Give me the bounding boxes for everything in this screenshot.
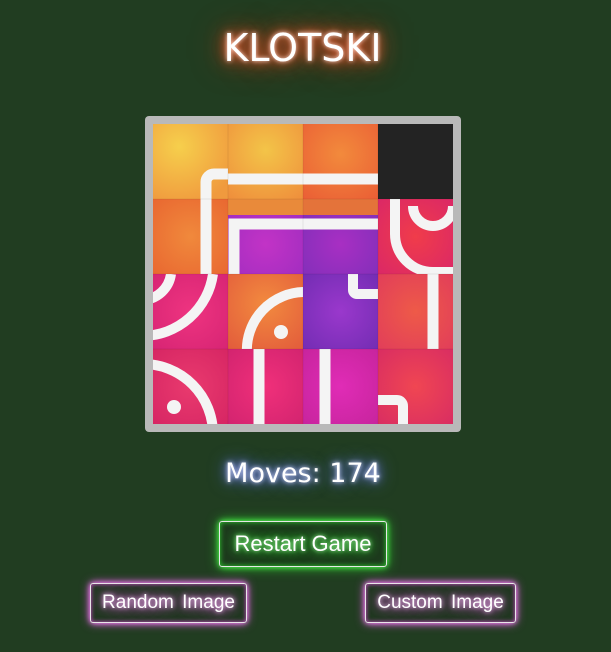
puzzle-tile[interactable] xyxy=(228,344,303,424)
puzzle-tile[interactable] xyxy=(153,349,228,424)
puzzle-tile[interactable] xyxy=(378,274,453,354)
puzzle-tile[interactable] xyxy=(373,349,453,424)
puzzle-tile[interactable] xyxy=(303,344,378,424)
random-image-button[interactable]: Random Image xyxy=(90,583,247,623)
restart-game-button[interactable]: Restart Game xyxy=(219,521,387,567)
puzzle-tile[interactable] xyxy=(228,274,305,354)
game-title: KLOTSKI xyxy=(223,26,382,70)
puzzle-board xyxy=(153,124,453,424)
puzzle-tile[interactable] xyxy=(303,274,383,349)
moves-counter: Moves: 174 xyxy=(225,458,381,489)
puzzle-tile[interactable] xyxy=(228,199,313,274)
puzzle-board-svg xyxy=(153,124,453,424)
empty-tile xyxy=(378,124,453,199)
puzzle-tile[interactable] xyxy=(153,274,228,349)
custom-image-button[interactable]: Custom Image xyxy=(365,583,516,623)
puzzle-tile[interactable] xyxy=(378,199,453,274)
